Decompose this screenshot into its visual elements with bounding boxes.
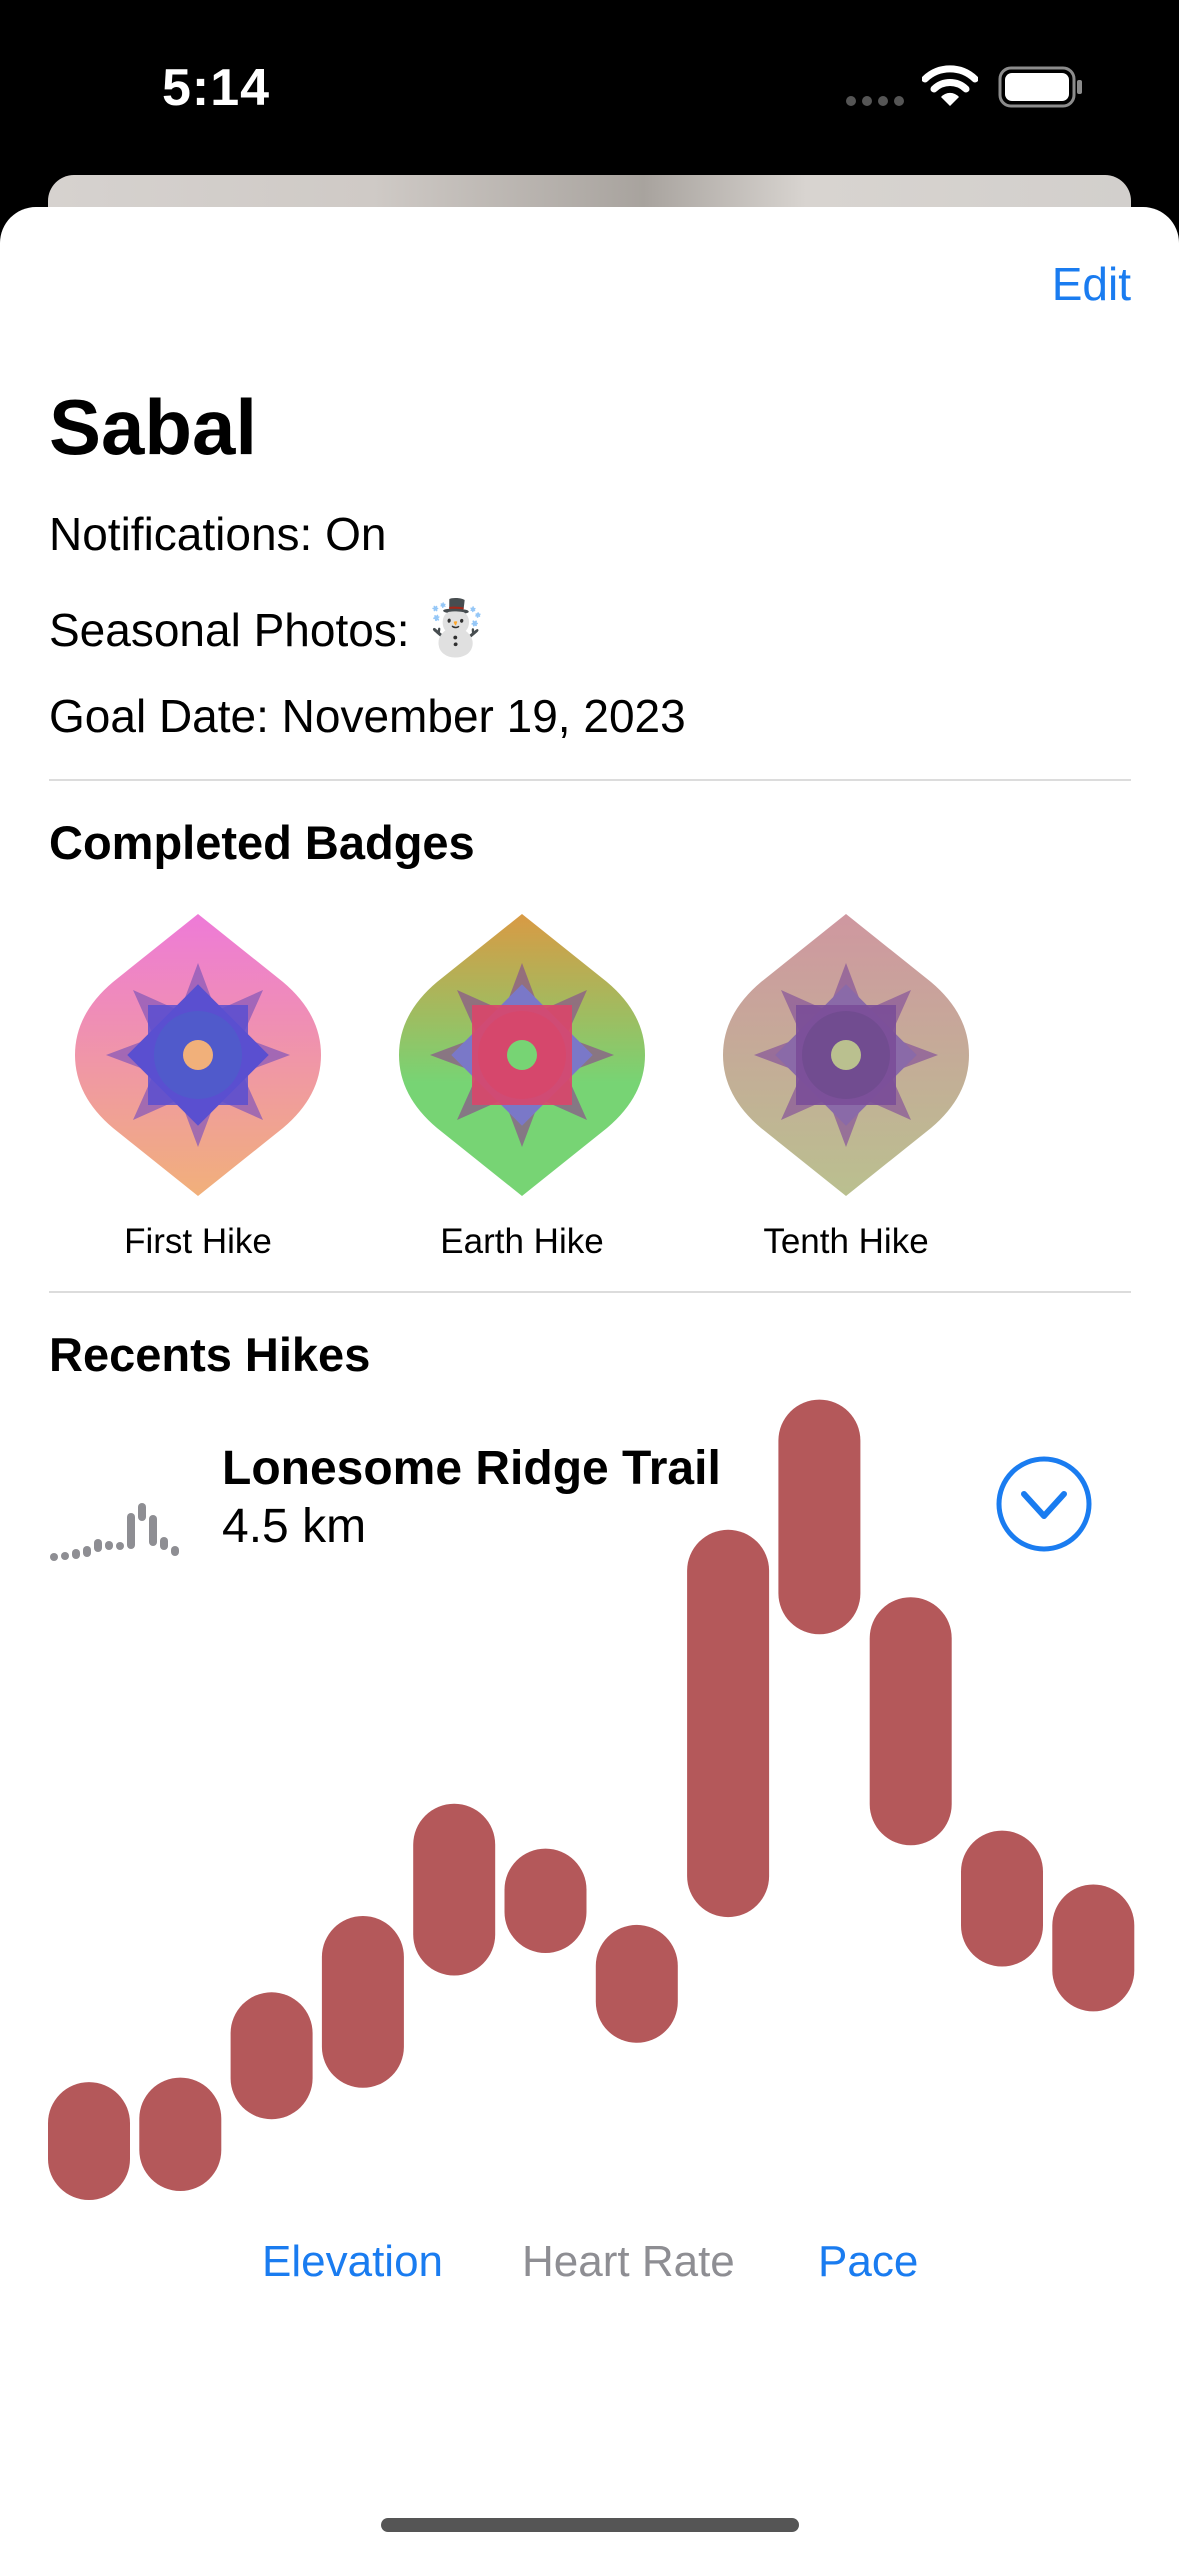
seasonal-photos-status: Seasonal Photos: ☃️ <box>49 597 490 660</box>
tab-elevation[interactable]: Elevation <box>262 2237 443 2287</box>
battery-icon <box>998 66 1082 108</box>
range-bar <box>961 1830 1043 1967</box>
divider <box>49 779 1131 781</box>
range-bar <box>504 1848 587 1953</box>
tab-heart-rate[interactable]: Heart Rate <box>522 2237 735 2287</box>
status-time: 5:14 <box>162 59 271 117</box>
cellular-signal-icon <box>846 96 904 106</box>
range-bar <box>413 1803 496 1976</box>
badge-icon <box>75 914 321 1196</box>
badge-label: Tenth Hike <box>763 1222 929 1261</box>
range-bar <box>230 1992 313 2120</box>
heart-rate-range-chart <box>48 1399 1135 2200</box>
completed-badges-title: Completed Badges <box>49 816 475 869</box>
seasonal-photos-label: Seasonal Photos: <box>49 604 410 656</box>
divider <box>49 1291 1131 1293</box>
badge-icon <box>723 914 969 1196</box>
badge-tenth-hike: Tenth Hike <box>716 910 976 1262</box>
badge-first-hike: First Hike <box>68 910 328 1262</box>
recent-hikes-title: Recents Hikes <box>49 1328 371 1381</box>
range-bar <box>869 1597 952 1846</box>
edit-button[interactable]: Edit <box>1052 257 1131 311</box>
home-indicator <box>381 2518 799 2532</box>
status-bar: 5:14 <box>0 0 1179 175</box>
range-bar <box>595 1924 678 2043</box>
range-bar <box>139 2077 222 2191</box>
badge-earth-hike: Earth Hike <box>392 910 652 1262</box>
range-bar <box>321 1916 404 2088</box>
range-bar <box>1052 1884 1135 2012</box>
badge-label: First Hike <box>124 1222 272 1261</box>
snowman-icon: ☃️ <box>422 598 490 658</box>
wifi-icon <box>922 65 978 106</box>
badge-label: Earth Hike <box>440 1222 604 1261</box>
range-bar <box>48 2082 130 2200</box>
badge-icon <box>399 914 645 1196</box>
profile-name: Sabal <box>49 383 258 471</box>
range-bar <box>687 1529 770 1918</box>
notifications-status: Notifications: On <box>49 508 387 560</box>
range-bar <box>778 1399 861 1635</box>
tab-pace[interactable]: Pace <box>818 2237 918 2287</box>
goal-date: Goal Date: November 19, 2023 <box>49 690 686 742</box>
